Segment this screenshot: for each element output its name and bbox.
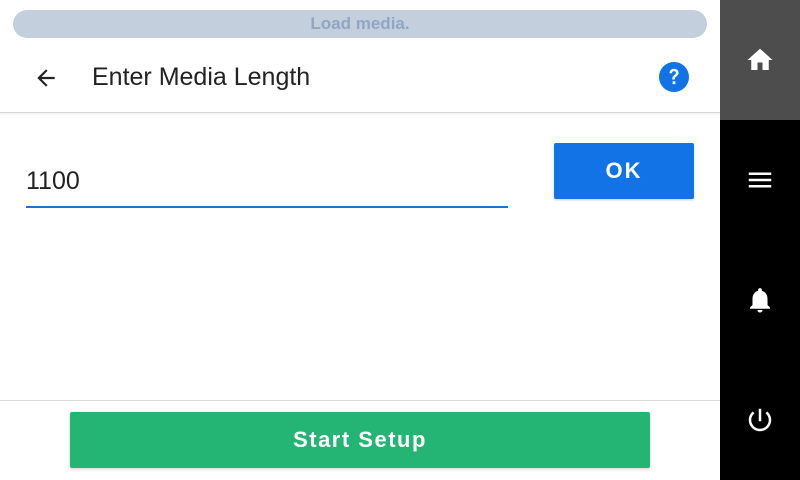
screen: Load media. Enter Media Length OK Start … — [0, 0, 800, 480]
home-icon — [747, 48, 773, 70]
header-bar: Enter Media Length — [0, 40, 720, 113]
start-setup-button[interactable]: Start Setup — [70, 412, 650, 468]
media-length-input[interactable] — [26, 156, 508, 208]
sidebar-item-menu[interactable] — [720, 120, 800, 240]
arrow-left-icon — [37, 69, 55, 87]
ok-button[interactable]: OK — [554, 143, 694, 199]
bell-icon — [750, 288, 770, 313]
page-title: Enter Media Length — [92, 63, 311, 91]
footer-divider — [0, 400, 720, 401]
menu-icon — [748, 172, 772, 188]
question-circle-icon — [659, 62, 689, 92]
back-button[interactable] — [28, 60, 64, 96]
main-content: Load media. Enter Media Length OK Start … — [0, 0, 720, 480]
sidebar-item-notifications[interactable] — [720, 240, 800, 360]
sidebar-item-home[interactable] — [720, 0, 800, 120]
sidebar — [720, 0, 800, 480]
sidebar-item-power[interactable] — [720, 360, 800, 480]
status-banner: Load media. — [13, 10, 707, 38]
status-banner-text: Load media. — [310, 14, 410, 33]
help-button[interactable] — [657, 60, 691, 94]
power-icon — [748, 408, 772, 432]
